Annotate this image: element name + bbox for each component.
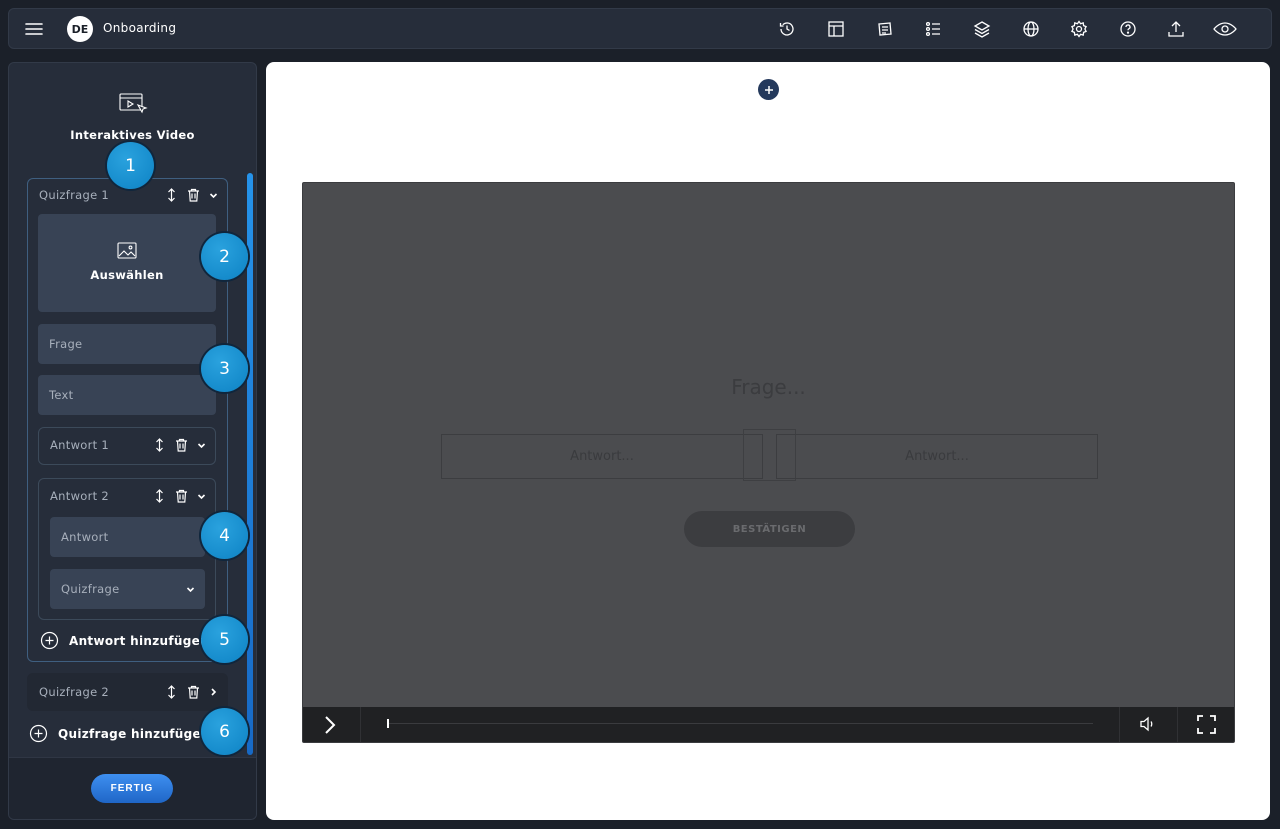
quiz-question-2-actions — [165, 685, 218, 699]
preview-eye-icon[interactable] — [1212, 19, 1238, 39]
step-badge-2: 2 — [201, 233, 248, 280]
answer-option-right[interactable]: Antwort... — [776, 434, 1098, 479]
play-icon[interactable] — [323, 715, 337, 735]
video-player: Frage... Antwort... Antwort... BESTÄTIGE… — [302, 182, 1235, 743]
target-quiz-select[interactable]: Quizfrage — [50, 569, 205, 609]
plus-circle-icon — [29, 724, 48, 743]
step-badge-5: 5 — [201, 616, 248, 663]
checklist-icon[interactable] — [923, 19, 943, 39]
answer-2-actions — [153, 489, 206, 503]
history-icon[interactable] — [777, 19, 797, 39]
chevron-down-icon[interactable] — [197, 438, 206, 452]
answer-option-left[interactable]: Antwort... — [441, 434, 763, 479]
layers-icon[interactable] — [972, 19, 992, 39]
add-answer-label: Antwort hinzufügen — [69, 633, 209, 648]
image-icon — [117, 242, 137, 259]
project-title: Onboarding — [103, 21, 177, 35]
add-block-button[interactable] — [758, 79, 779, 100]
video-controls — [303, 707, 1234, 742]
top-bar: DE Onboarding — [8, 8, 1272, 49]
layout-icon[interactable] — [826, 19, 846, 39]
sidebar-heading: Interaktives Video — [70, 128, 195, 142]
sidebar-scrollbar[interactable] — [247, 173, 253, 755]
editor-canvas: Frage... Antwort... Antwort... BESTÄTIGE… — [266, 62, 1270, 820]
quiz-question-1-label[interactable]: Quizfrage 1 — [39, 188, 109, 202]
progress-handle[interactable] — [387, 719, 389, 728]
reorder-arrows-icon[interactable] — [165, 685, 178, 699]
interactive-video-icon — [118, 91, 148, 117]
sidebar-footer: FERTIG — [9, 757, 256, 819]
answer-1-actions — [153, 438, 206, 452]
answer-1-label: Antwort 1 — [50, 438, 110, 452]
quiz-question-1-actions — [165, 188, 218, 202]
add-answer-button[interactable]: Antwort hinzufügen — [40, 631, 209, 650]
globe-icon[interactable] — [1021, 19, 1041, 39]
upload-icon[interactable] — [1166, 19, 1186, 39]
trash-icon[interactable] — [175, 438, 188, 452]
reorder-arrows-icon[interactable] — [165, 188, 178, 202]
hamburger-menu-icon[interactable] — [25, 19, 43, 39]
step-badge-3: 3 — [201, 345, 248, 392]
done-button[interactable]: FERTIG — [91, 774, 173, 803]
trash-icon[interactable] — [187, 685, 200, 699]
step-badge-6: 6 — [201, 708, 248, 755]
question-input[interactable]: Frage — [38, 324, 216, 364]
help-icon[interactable] — [1118, 19, 1138, 39]
volume-icon[interactable] — [1139, 716, 1157, 732]
trash-icon[interactable] — [175, 489, 188, 503]
chevron-right-icon[interactable] — [209, 685, 218, 699]
quiz-question-2-label: Quizfrage 2 — [39, 685, 110, 699]
stamp-icon[interactable] — [875, 19, 895, 39]
reorder-arrows-icon[interactable] — [153, 489, 166, 503]
add-quiz-question-button[interactable]: Quizfrage hinzufügen — [29, 724, 210, 743]
gear-icon[interactable] — [1069, 19, 1089, 39]
target-quiz-select-value: Quizfrage — [61, 582, 120, 596]
image-select-button[interactable]: Auswählen — [38, 214, 216, 312]
chevron-down-icon[interactable] — [197, 489, 206, 503]
quiz-question-preview: Frage... — [731, 375, 806, 399]
step-badge-4: 4 — [201, 512, 248, 559]
progress-track[interactable] — [388, 723, 1093, 724]
image-select-label: Auswählen — [90, 268, 164, 282]
trash-icon[interactable] — [187, 188, 200, 202]
language-badge[interactable]: DE — [67, 16, 93, 42]
reorder-arrows-icon[interactable] — [153, 438, 166, 452]
chevron-down-icon[interactable] — [209, 188, 218, 202]
step-badge-1: 1 — [107, 142, 154, 189]
answer-2-label[interactable]: Antwort 2 — [50, 489, 109, 503]
add-quiz-question-label: Quizfrage hinzufügen — [58, 726, 210, 741]
chevron-down-icon — [186, 582, 195, 596]
plus-circle-icon — [40, 631, 59, 650]
answer-input[interactable]: Antwort — [50, 517, 205, 557]
fullscreen-icon[interactable] — [1197, 715, 1216, 734]
text-input[interactable]: Text — [38, 375, 216, 415]
confirm-button[interactable]: BESTÄTIGEN — [684, 511, 855, 547]
